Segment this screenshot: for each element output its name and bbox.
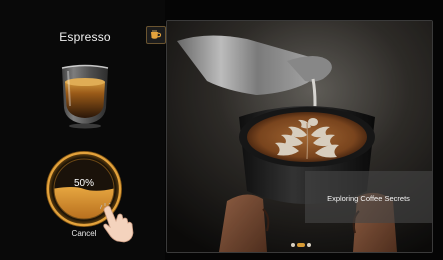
brew-status-panel: Espresso 50% Cancel	[0, 0, 165, 260]
media-carousel[interactable]: Exploring Coffee Secrets	[166, 20, 433, 253]
pager-dot[interactable]	[307, 243, 311, 247]
caption-text: Exploring Coffee Secrets	[327, 194, 410, 203]
tapping-hand-icon	[100, 203, 134, 243]
pager-dot-active[interactable]	[297, 243, 305, 247]
pager-dot[interactable]	[291, 243, 295, 247]
espresso-cup-icon	[61, 64, 109, 129]
coffee-cup-icon[interactable]	[146, 26, 166, 44]
carousel-pager[interactable]	[291, 243, 311, 247]
progress-percent-label: 50%	[73, 178, 94, 189]
caption-overlay: Exploring Coffee Secrets	[305, 171, 432, 223]
coffee-machine-screen: Espresso 50% Cancel Exploring Coffee Sec…	[0, 0, 443, 260]
drink-title: Espresso	[59, 30, 111, 44]
